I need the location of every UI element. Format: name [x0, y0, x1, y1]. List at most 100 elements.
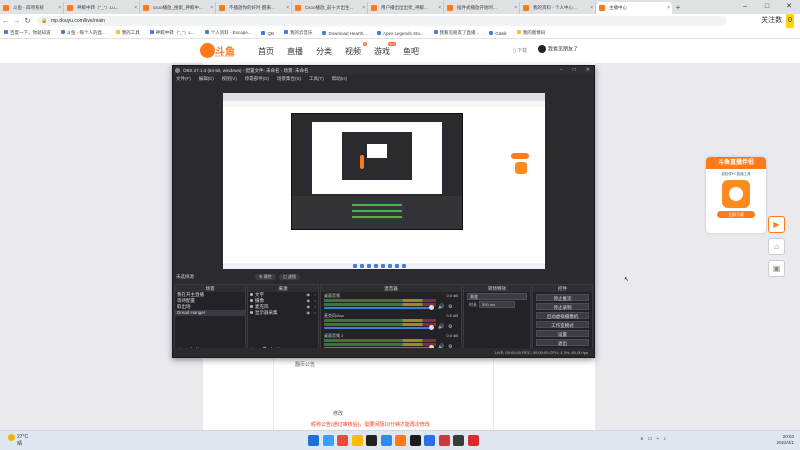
tab-close-icon[interactable]: × — [362, 2, 365, 14]
obs-menu-item[interactable]: 文件(F) — [176, 75, 191, 83]
tab-close-icon[interactable]: × — [210, 2, 213, 14]
nav-item[interactable]: 直播 — [287, 46, 303, 57]
browser-tab[interactable]: 不播放你的好时·醒来... × — [216, 2, 292, 14]
nav-item[interactable]: 首页 — [258, 46, 274, 57]
browser-tab[interactable]: 用户播出出出状_神鲸... × — [368, 2, 444, 14]
nav-item[interactable]: 游戏 new — [374, 41, 396, 57]
bookmark-item[interactable]: Gitalk — [489, 30, 507, 36]
gear-icon[interactable]: ⚙ — [448, 304, 452, 310]
obs-preview[interactable] — [223, 93, 545, 269]
control-button[interactable]: 退出 — [536, 339, 589, 346]
control-button[interactable]: 设置 — [536, 330, 589, 337]
taskbar-app-icon[interactable] — [351, 435, 363, 446]
bookmark-item[interactable]: Apex Legends Sta... — [377, 30, 424, 36]
volume-slider-handle[interactable] — [429, 305, 434, 310]
taskbar-app-icon[interactable] — [322, 435, 334, 446]
promo-download-button[interactable]: 立即下载 — [717, 211, 755, 218]
reload-icon[interactable]: ↻ — [22, 17, 33, 25]
control-button[interactable]: 工作室模式 — [536, 321, 589, 328]
obs-minimize-icon[interactable]: – — [560, 67, 563, 73]
bookmark-item[interactable]: 我看见朋友了直播... — [433, 30, 479, 36]
tab-close-icon[interactable]: × — [438, 2, 441, 14]
transition-select[interactable]: 渐变 — [467, 293, 527, 300]
bookmark-item[interactable]: 我的云音乐 — [283, 30, 312, 36]
companion-promo-card[interactable]: 斗鱼直播伴侣 超轻便PC直播工具 立即下载 — [706, 157, 766, 233]
nav-item[interactable]: 分类 — [316, 46, 332, 57]
control-button[interactable]: 停止录制 — [536, 303, 589, 310]
obs-menu-item[interactable]: 帮助(H) — [332, 75, 347, 83]
obs-menu-item[interactable]: 工具(T) — [309, 75, 324, 83]
source-item[interactable]: 显示器采集 ◉ ▫ — [248, 310, 318, 316]
tab-close-icon[interactable]: × — [590, 2, 593, 14]
gear-icon[interactable]: ⚙ — [448, 324, 452, 330]
taskbar-app-icon[interactable] — [337, 435, 348, 446]
browser-tab[interactable]: 神鲸中转（"_"）Lu... × — [64, 2, 140, 14]
obs-close-icon[interactable]: ✕ — [586, 67, 590, 73]
taskbar-app-icon[interactable] — [438, 435, 450, 446]
follow-counter[interactable]: 关注数 0 — [761, 14, 794, 28]
taskbar-app-icon[interactable] — [366, 435, 377, 446]
tab-close-icon[interactable]: × — [286, 2, 289, 14]
browser-tab[interactable]: 主播中心 × — [596, 2, 672, 14]
volume-slider-handle[interactable] — [429, 325, 434, 330]
obs-menu-item[interactable]: 编辑(E) — [199, 75, 214, 83]
taskbar-app-icon[interactable] — [424, 435, 435, 446]
taskbar-app-icon[interactable] — [395, 435, 406, 446]
nav-item[interactable]: 视频 8 — [345, 41, 367, 57]
speaker-icon[interactable]: 🔊 — [438, 304, 444, 310]
douyu-logo[interactable]: 斗鱼 DOUYU.COM — [200, 42, 240, 60]
browser-tab[interactable]: 我的资料 - 个人中心... × — [520, 2, 596, 14]
forward-icon[interactable]: → — [11, 18, 22, 25]
feedback-icon[interactable]: ▣ — [768, 260, 785, 277]
tab-close-icon[interactable]: × — [58, 2, 61, 14]
back-icon[interactable]: ← — [0, 18, 11, 25]
maximize-icon[interactable]: □ — [756, 0, 778, 14]
bookmark-item[interactable]: 斗鱼 - 每个人的直... — [60, 30, 106, 36]
bookmark-item[interactable]: 神鲸中转（"_"）L... — [149, 30, 195, 36]
obs-menu-item[interactable]: 视图(V) — [222, 75, 237, 83]
minimize-icon[interactable]: – — [734, 0, 756, 14]
bookmark-item[interactable]: 我的工具 — [115, 30, 140, 36]
tab-close-icon[interactable]: × — [667, 2, 670, 14]
filters-button[interactable]: ◫ 滤镜 — [279, 274, 300, 280]
taskbar-app-icon[interactable] — [409, 435, 421, 446]
browser-tab[interactable]: 斗鱼 - 四项系统 × — [0, 2, 64, 14]
volume-slider[interactable] — [324, 307, 434, 309]
clock[interactable]: 20:03 2022/4/1 — [776, 434, 794, 446]
control-button[interactable]: 启动虚拟摄像机 — [536, 312, 589, 319]
taskbar-app-icon[interactable] — [308, 435, 319, 446]
visibility-icon[interactable]: ◉ — [307, 310, 311, 316]
obs-menu-item[interactable]: 停靠部件(D) — [245, 75, 269, 83]
bookmark-item[interactable]: QB — [261, 30, 274, 36]
bookmark-item[interactable]: Download Hearth... — [322, 30, 367, 36]
browser-tab[interactable]: 插件式播放开始时... × — [444, 2, 520, 14]
properties-button[interactable]: ⚙ 属性 — [255, 274, 276, 280]
duration-input[interactable]: 300 ms — [479, 301, 515, 308]
bookmark-item[interactable]: 百度一下，你就知道 — [4, 30, 51, 36]
obs-menu-item[interactable]: 场景集合(S) — [277, 75, 301, 83]
home-icon[interactable]: ⌂ — [768, 238, 785, 255]
control-button[interactable]: 停止推流 — [536, 294, 589, 301]
tab-close-icon[interactable]: × — [134, 2, 137, 14]
download-link[interactable]: ▯ 下载 — [513, 47, 527, 54]
taskbar-app-icon[interactable] — [380, 435, 392, 446]
taskbar-app-icon[interactable] — [453, 435, 464, 446]
taskbar-app-icon[interactable] — [467, 435, 479, 446]
user-menu[interactable]: 我看见朋友了 — [538, 45, 578, 53]
play-icon[interactable]: ▶ — [768, 216, 785, 233]
close-icon[interactable]: ✕ — [778, 0, 800, 14]
bookmark-item[interactable]: 我的图像码 — [516, 30, 545, 36]
browser-tab[interactable]: csoo播放_搜索_神鲸中... × — [140, 2, 216, 14]
browser-tab[interactable]: Csoo播放_前十大出生... × — [292, 2, 368, 14]
obs-maximize-icon[interactable]: □ — [573, 67, 576, 73]
scene-item[interactable]: Dread Hunger — [175, 310, 245, 316]
speaker-icon[interactable]: 🔊 — [438, 324, 444, 330]
system-tray[interactable]: ∧▭⌁♪ — [640, 436, 670, 442]
lock-icon[interactable]: ▫ — [315, 310, 316, 316]
address-bar[interactable]: 🔒 mp.douyu.com/live/main — [37, 16, 727, 26]
tab-close-icon[interactable]: × — [514, 2, 517, 14]
volume-slider[interactable] — [324, 327, 434, 329]
bookmark-item[interactable]: 个人资料 - Escape... — [204, 30, 251, 36]
nav-item[interactable]: 鱼吧 — [403, 46, 419, 57]
weather-widget[interactable]: 27°C 晴 — [8, 434, 28, 447]
